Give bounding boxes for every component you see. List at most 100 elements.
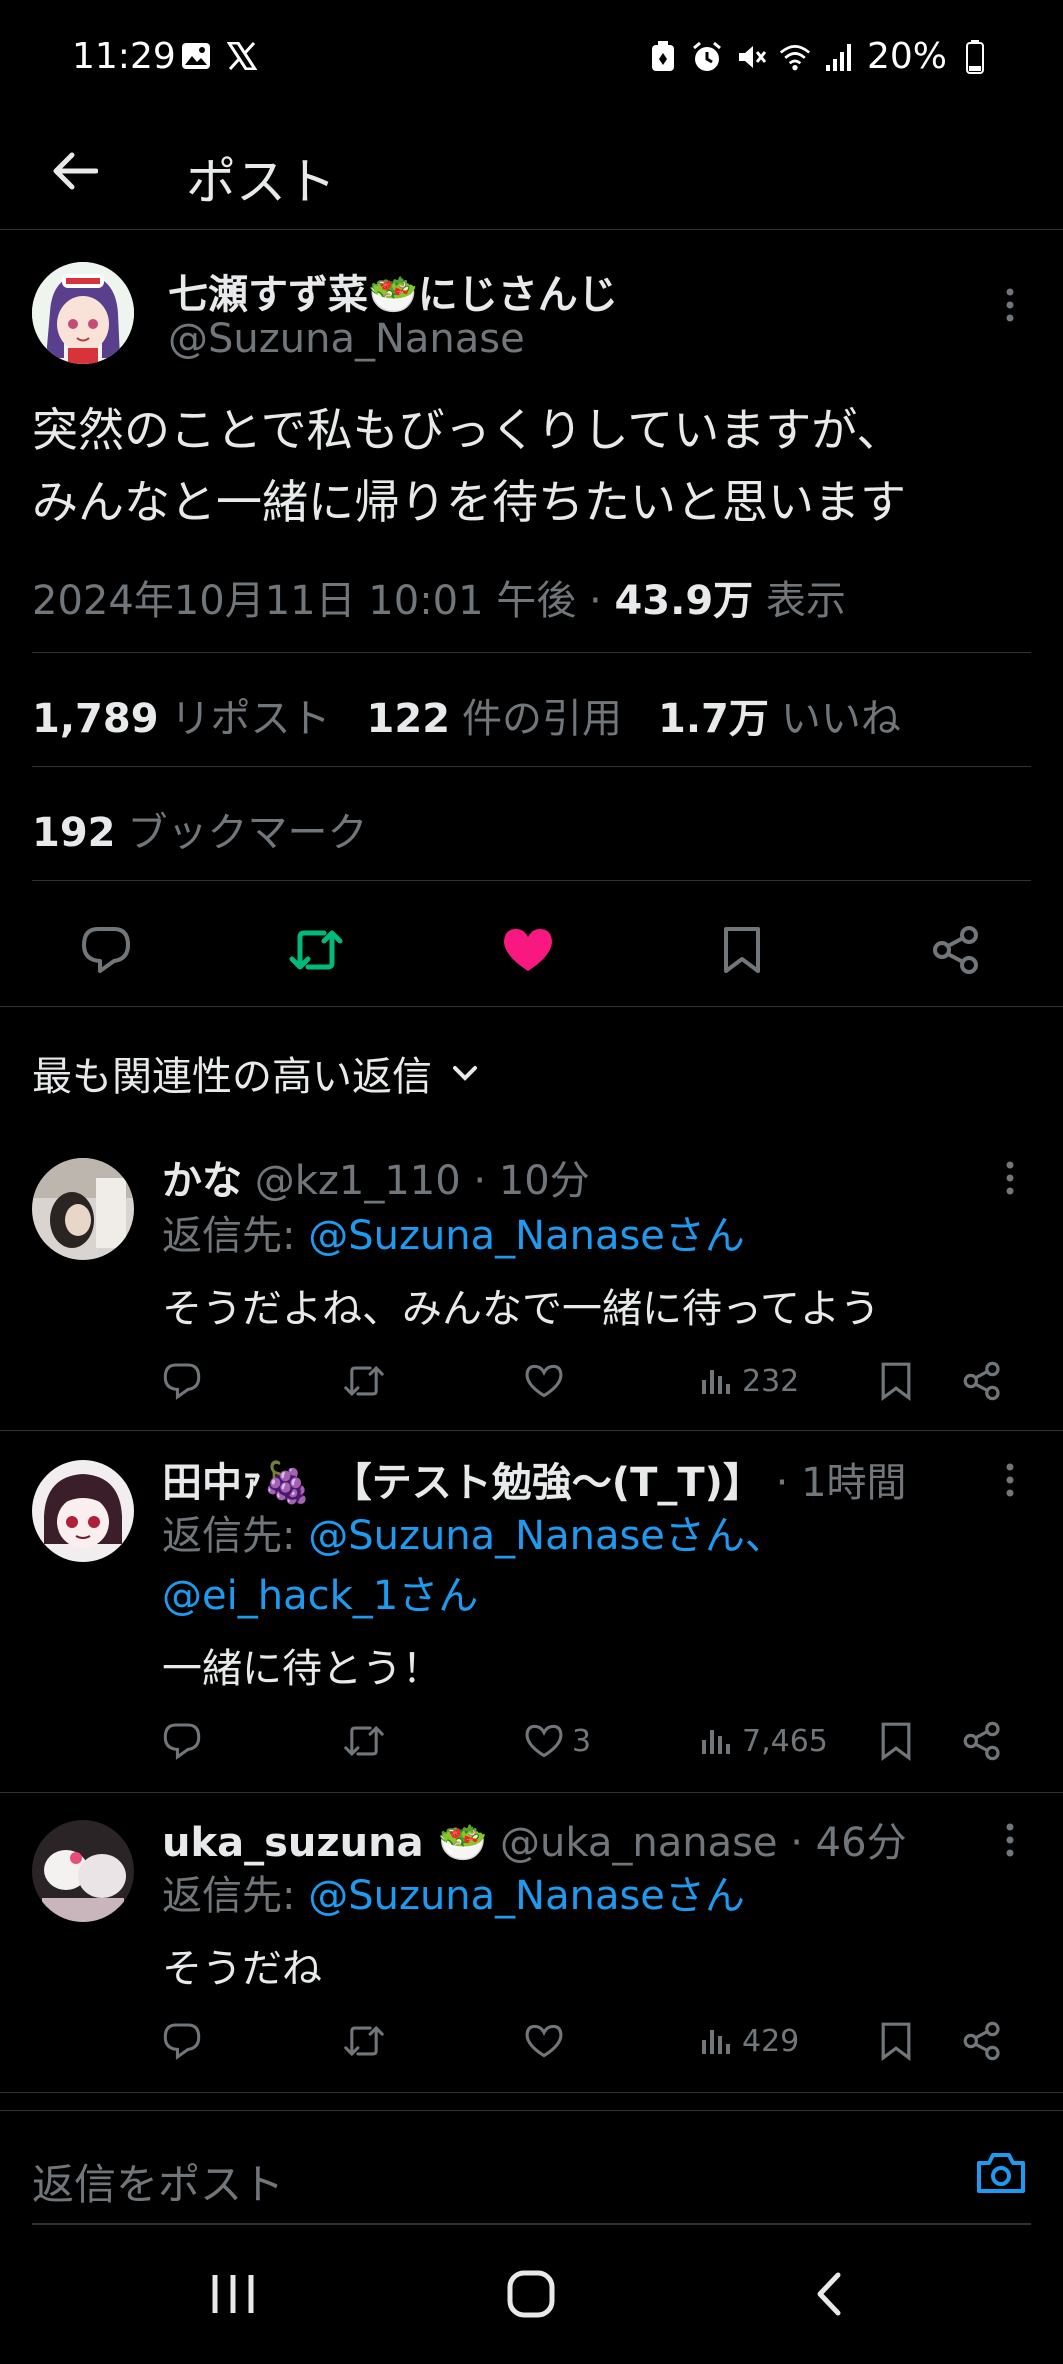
recent-apps-icon: [212, 2275, 254, 2313]
reply-action-bar: 3 7,465: [162, 1716, 1032, 1766]
mention-link[interactable]: @Suzuna_Nanaseさん: [308, 1213, 745, 1259]
reply-author-handle[interactable]: @kz1_110: [255, 1158, 461, 1204]
reposts-stat[interactable]: 1,789 リポスト: [32, 686, 331, 744]
heart-icon: [525, 1724, 563, 1758]
bar-chart-icon: [702, 1730, 730, 1754]
reply-repost-button[interactable]: [342, 1716, 386, 1766]
reply-more-button[interactable]: [990, 1820, 1030, 1860]
reply-more-button[interactable]: [990, 1460, 1030, 1500]
reply-repost-button[interactable]: [342, 2016, 386, 2066]
post-more-button[interactable]: [990, 285, 1030, 325]
status-bar: 11:29 20%: [0, 0, 1063, 118]
home-icon: [507, 2270, 555, 2318]
bookmark-icon: [724, 927, 760, 973]
reply-share-button[interactable]: [962, 2016, 1002, 2066]
divider: [32, 880, 1031, 881]
camera-button[interactable]: [971, 2143, 1031, 2203]
reply-views[interactable]: 7,465: [700, 1716, 828, 1766]
more-vertical-icon: [1006, 1161, 1014, 1195]
reply-sort-dropdown[interactable]: 最も関連性の高い返信: [32, 1044, 480, 1102]
reply-compose-input[interactable]: 返信をポスト: [32, 2151, 284, 2212]
divider: [0, 1430, 1063, 1431]
reply-reply-button[interactable]: [162, 1356, 202, 1406]
reply-share-button[interactable]: [962, 1356, 1002, 1406]
reply-time[interactable]: · 10分: [461, 1158, 589, 1204]
post-datetime[interactable]: 2024年10月11日 10:01 午後 ·: [32, 578, 614, 624]
reply-views[interactable]: 232: [700, 1356, 799, 1406]
heart-filled-icon: [504, 929, 552, 971]
quotes-stat[interactable]: 122 件の引用: [367, 686, 623, 744]
reply-avatar[interactable]: [32, 1158, 134, 1260]
reply-text: そうだね: [162, 1946, 322, 1992]
share-icon: [963, 1361, 1000, 1401]
battery-percent: 20%: [866, 36, 947, 77]
reply-bookmark-button[interactable]: [880, 2016, 912, 2066]
author-avatar[interactable]: [32, 262, 134, 364]
author-name[interactable]: 七瀬すず菜🥗にじさんじ: [168, 262, 618, 320]
recent-apps-button[interactable]: [198, 2264, 268, 2324]
reply-like-button[interactable]: [524, 2016, 572, 2066]
post-meta: 2024年10月11日 10:01 午後 · 43.9万 表示: [32, 568, 846, 626]
mute-icon: [735, 41, 767, 73]
reply-avatar[interactable]: [32, 1820, 134, 1922]
reply-author-name[interactable]: かな: [162, 1158, 242, 1204]
reply-author-handle[interactable]: @uka_nanase: [487, 1820, 778, 1866]
reply-to-line: 返信先: @Suzuna_Nanaseさん、 @ei_hack_1さん: [162, 1513, 785, 1619]
home-button[interactable]: [496, 2264, 566, 2324]
reply-share-button[interactable]: [962, 1716, 1002, 1766]
reply-bookmark-button[interactable]: [880, 1716, 912, 1766]
reply-bookmark-button[interactable]: [880, 1356, 912, 1406]
post-text: 突然のことで私もびっくりしていますが、 みんなと一緒に帰りを待ちたいと思います: [32, 394, 1032, 538]
share-button[interactable]: [926, 920, 986, 980]
reply-author-name[interactable]: uka_suzuna 🥗: [162, 1820, 487, 1866]
bookmark-button[interactable]: [712, 920, 772, 980]
reply-avatar[interactable]: [32, 1460, 134, 1562]
reply-reply-button[interactable]: [162, 1716, 202, 1766]
system-back-button[interactable]: [794, 2264, 864, 2324]
wifi-icon: [779, 41, 811, 73]
divider: [32, 766, 1031, 767]
reply-time[interactable]: · 1時間: [763, 1460, 907, 1506]
mention-link[interactable]: @Suzuna_Nanaseさん、: [308, 1513, 785, 1559]
reply-like-button[interactable]: [524, 1356, 572, 1406]
reply-like-count: 3: [572, 1723, 592, 1759]
repost-button[interactable]: [286, 920, 346, 980]
divider: [32, 652, 1031, 653]
reply-view-count: 429: [742, 2023, 800, 2059]
likes-stat[interactable]: 1.7万 いいね: [658, 686, 901, 744]
reply-header: かな @kz1_110 · 10分: [162, 1148, 590, 1206]
share-icon: [963, 2021, 1000, 2061]
back-button[interactable]: [40, 136, 110, 206]
divider: [0, 1006, 1063, 1007]
compose-underline: [32, 2223, 1031, 2225]
author-handle[interactable]: @Suzuna_Nanase: [168, 316, 525, 362]
reply-to-line: 返信先: @Suzuna_Nanaseさん: [162, 1873, 745, 1919]
page-title: ポスト: [186, 153, 336, 211]
reply-repost-button[interactable]: [342, 1356, 386, 1406]
repost-icon: [344, 1725, 384, 1757]
mention-link[interactable]: @ei_hack_1さん: [162, 1573, 478, 1619]
reply-icon: [163, 1363, 201, 1400]
reply-author-name[interactable]: 田中ｧ🍇 【テスト勉強〜(T_T)】: [162, 1460, 763, 1506]
reply-action-bar: 232: [162, 1356, 1032, 1406]
reply-button[interactable]: [76, 920, 136, 980]
engagement-stats: 1,789 リポスト 122 件の引用 1.7万 いいね: [32, 686, 901, 744]
bar-chart-icon: [702, 1370, 730, 1394]
reply-reply-button[interactable]: [162, 2016, 202, 2066]
top-bar: ポスト: [0, 118, 1063, 230]
post-action-bar: [0, 900, 1063, 990]
more-vertical-icon: [1006, 288, 1014, 322]
reply-views[interactable]: 429: [700, 2016, 799, 2066]
heart-icon: [525, 1364, 563, 1398]
reply-text: 一緒に待とう！: [162, 1646, 442, 1692]
bookmark-icon: [881, 2022, 911, 2061]
bar-chart-icon: [702, 2030, 730, 2054]
share-icon: [933, 926, 978, 974]
battery-saver-icon: [647, 40, 679, 73]
mention-link[interactable]: @Suzuna_Nanaseさん: [308, 1873, 745, 1919]
like-button[interactable]: [498, 920, 558, 980]
reply-more-button[interactable]: [990, 1158, 1030, 1198]
signal-icon: [823, 41, 855, 73]
reply-time[interactable]: · 46分: [778, 1820, 906, 1866]
reply-like-button[interactable]: 3: [524, 1716, 591, 1766]
